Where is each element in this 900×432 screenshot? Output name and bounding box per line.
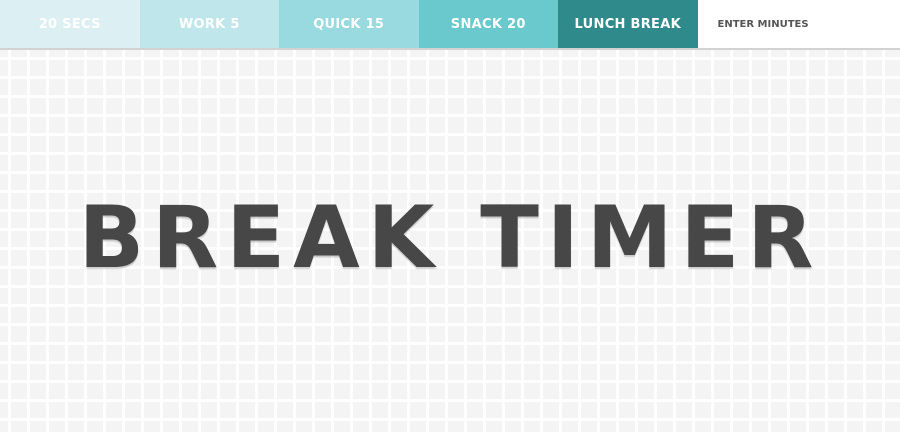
preset-button-lunch-break[interactable]: LUNCH BREAK xyxy=(558,0,698,48)
minutes-input-container xyxy=(697,0,900,48)
preset-button-20-secs[interactable]: 20 SECS xyxy=(0,0,140,48)
minutes-input[interactable] xyxy=(717,18,888,30)
preset-button-quick-15[interactable]: QUICK 15 xyxy=(279,0,419,48)
preset-nav-bar: 20 SECS WORK 5 QUICK 15 SNACK 20 LUNCH B… xyxy=(0,0,900,50)
page-title: BREAK TIMER xyxy=(78,188,822,288)
preset-button-work-5[interactable]: WORK 5 xyxy=(139,0,279,48)
preset-button-snack-20[interactable]: SNACK 20 xyxy=(418,0,558,48)
